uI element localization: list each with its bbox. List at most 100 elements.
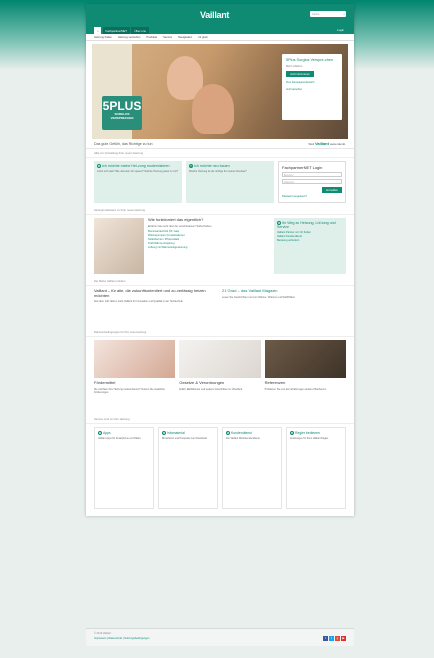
vaillant-logo[interactable]: Vaillant <box>200 10 229 20</box>
search-input[interactable]: Suche ⌕ <box>310 11 346 17</box>
magazine-teaser: 21 Grad – das Vaillant Magazin Lesen Sie… <box>222 288 346 325</box>
newbuild-title-text: Ich möchte neu bauen <box>194 164 230 168</box>
document-icon: ≡ <box>162 431 166 435</box>
nav-item[interactable]: Heizung finden <box>94 36 112 39</box>
kundendienst-tile[interactable]: ✎ Kundendienst Der Vaillant Werkskundendi… <box>222 427 282 509</box>
footer: © 2013 Vaillant Impressum | Datenschutz … <box>86 628 354 646</box>
nav-item[interactable]: 21 grad <box>198 36 207 39</box>
conditions-row: Fördermittel Sie möchten Ihre Heizung mo… <box>86 337 354 415</box>
section-title: Die Marke Vaillant erleben <box>86 277 354 286</box>
brand-row: Vaillant – für alle, die zukunftsorienti… <box>86 286 354 328</box>
how-it-works: Wie funktioniert das eigentlich? Erfahre… <box>148 217 270 274</box>
how-it-works-title: Wie funktioniert das eigentlich? <box>148 217 204 222</box>
woman-reading-image <box>94 218 144 274</box>
building-icon: ▣ <box>189 164 193 168</box>
infomaterial-tile[interactable]: ≡ Infomaterial Broschüren und Prospekte z… <box>158 427 218 509</box>
nav-item[interactable]: Neuigkeiten <box>178 36 192 39</box>
facebook-icon[interactable]: f <box>323 636 328 641</box>
nav-item[interactable]: Heizung verstehen <box>118 36 140 39</box>
login-link[interactable]: Login <box>337 28 344 32</box>
house-icon: ⌂ <box>97 164 101 168</box>
magazine-title[interactable]: 21 Grad – das Vaillant Magazin <box>222 288 346 294</box>
main-nav: Heizung finden Heizung verstehen Produkt… <box>86 34 354 41</box>
tagline-claim: Weil Vaillant weiterdenkt. <box>308 141 346 146</box>
apps-title: ▯ Apps <box>98 431 150 435</box>
modernize-title: ⌂ Ich möchte meine Hei-zung modernisieren <box>97 164 179 168</box>
5plus-badge: 5PLUS SORGLOS VERSPRECHEN <box>102 96 142 130</box>
regler-tile[interactable]: ◎ Regler bedienen Anleitungen für Ihren V… <box>286 427 346 509</box>
card-title: Gesetze & Verordnungen <box>179 380 225 385</box>
how-it-works-text: Erfahren Sie mehr über die verschiedenen… <box>148 224 213 228</box>
newbuild-title: ▣ Ich möchte neu bauen <box>189 164 271 168</box>
technology-list: Brennwerttechnik (Öl, Gas) Wärmepumpen (… <box>148 230 270 250</box>
card-text: EnEV, EEWärmeG und weitere Vorschriften … <box>179 387 243 391</box>
references-card[interactable]: Referenzen Profitieren Sie von den Erfah… <box>264 340 346 412</box>
your-way-link[interactable]: Beratung anfordern <box>277 239 343 243</box>
kundendienst-title-text: Kundendienst <box>231 431 252 435</box>
hero-banner[interactable]: 5PLUS SORGLOS VERSPRECHEN 5Plus Sorglos … <box>92 44 348 139</box>
card-text: Profitieren Sie von den Erfahrungen ande… <box>264 387 327 391</box>
search-icon[interactable]: ⌕ <box>343 12 345 16</box>
your-way-title-text: Ihr Weg zu Heizung, Lüf-tung und Service <box>277 221 336 229</box>
badge-small-text: VERSPRECHEN <box>110 115 134 120</box>
badge-big-text: 5PLUS <box>102 99 142 113</box>
fachpartner-login-box: FachpartnerNET Login Benutzer Passwort A… <box>278 161 346 203</box>
your-way-title: • Ihr Weg zu Heizung, Lüf-tung und Servic… <box>277 221 343 229</box>
laws-card[interactable]: Gesetze & Verordnungen EnEV, EEWärmeG un… <box>179 340 261 412</box>
magazine-text: Lesen Sie Geschichten rund um Wärme, Woh… <box>222 295 296 299</box>
tagline-text: Das gute Gefühl, das Richtige zu tun <box>94 141 153 146</box>
card-title: Fördermittel <box>94 380 116 385</box>
claim-prefix: Weil <box>308 142 315 146</box>
section-title: Hilfe zur Vorstellung Ihrer neuen Heizun… <box>86 149 354 158</box>
tab-fachpartner[interactable]: Fachpartner/NET <box>102 27 130 34</box>
newbuild-box[interactable]: ▣ Ich möchte neu bauen Welche Heizung ist… <box>186 161 274 203</box>
nav-item[interactable]: Produkte <box>146 36 157 39</box>
apps-tile[interactable]: ▯ Apps Vaillant Apps für Smartphone und T… <box>94 427 154 509</box>
funding-card[interactable]: Fördermittel Sie möchten Ihre Heizung mo… <box>94 340 176 412</box>
google-plus-icon[interactable]: g <box>335 636 340 641</box>
tab-ueber-uns[interactable]: Über uns <box>131 27 149 34</box>
username-field[interactable]: Benutzer <box>282 172 342 177</box>
modernize-text: Lohnt sich das? Wie viel kann ich sparen… <box>97 170 179 173</box>
technology-link[interactable]: Lüftung mit Wärmerückgewinnung <box>148 246 270 250</box>
section-title: Rahmenbedingungen für Ihre neue Heizung <box>86 328 354 337</box>
help-row: ⌂ Ich möchte meine Hei-zung modernisieren… <box>86 158 354 206</box>
section-title: Hintergrundwissen zu Ihrer neuen Heizung <box>86 206 354 215</box>
modernize-title-text: Ich möchte meine Hei-zung modernisieren <box>102 164 170 168</box>
your-way-box: • Ihr Weg zu Heizung, Lüf-tung und Servic… <box>274 218 346 274</box>
infomaterial-text: Broschüren und Prospekte zum Download. <box>162 437 208 440</box>
apps-title-text: Apps <box>103 431 111 435</box>
newbuild-text: Welche Heizung ist die richtige für mein… <box>189 170 247 173</box>
site-header: Vaillant Suche ⌕ ⌂ Fachpartner/NET Über … <box>86 4 354 34</box>
service-row: ▯ Apps Vaillant Apps für Smartphone und T… <box>86 424 354 512</box>
footer-links[interactable]: Impressum | Datenschutz | Nutzungsbeding… <box>94 637 346 640</box>
brand-intro: Vaillant – für alle, die zukunftsorienti… <box>94 288 218 325</box>
home-icon[interactable]: ⌂ <box>94 27 101 34</box>
regler-title-text: Regler bedienen <box>295 431 320 435</box>
brand-title: Vaillant – für alle, die zukunftsorienti… <box>94 288 206 298</box>
promo-text: Mehr erfahren <box>286 65 303 69</box>
infomaterial-title-text: Infomaterial <box>167 431 185 435</box>
promo-link[interactable]: Zum Kampagnenbereich <box>286 81 338 84</box>
forgot-password-link[interactable]: Passwort vergessen? <box>282 195 342 199</box>
funding-image <box>94 340 176 378</box>
apps-text: Vaillant Apps für Smartphone und Tablet. <box>98 437 142 440</box>
claim-brand: Vaillant <box>314 141 329 146</box>
your-way-list: Vaillant Partner vor Ort finden Vaillant… <box>277 231 343 243</box>
modernize-box[interactable]: ⌂ Ich möchte meine Hei-zung modernisieren… <box>94 161 182 203</box>
page-container: Vaillant Suche ⌕ ⌂ Fachpartner/NET Über … <box>86 4 354 516</box>
phone-icon: ▯ <box>98 431 102 435</box>
promo-button[interactable]: Jetzt informieren <box>286 71 314 78</box>
promo-link[interactable]: Jetzt ansehen <box>286 88 338 91</box>
card-title: Referenzen <box>264 380 286 385</box>
youtube-icon[interactable]: ▶ <box>341 636 346 641</box>
knowledge-row: Wie funktioniert das eigentlich? Erfahre… <box>86 215 354 277</box>
twitter-icon[interactable]: t <box>329 636 334 641</box>
login-button[interactable]: Anmelden <box>321 187 342 193</box>
thermostat-icon: ◎ <box>290 431 294 435</box>
nav-item[interactable]: Service <box>163 36 172 39</box>
regler-title: ◎ Regler bedienen <box>290 431 342 435</box>
brand-text: Seit über 140 Jahren steht Vaillant für … <box>94 300 184 304</box>
claim-suffix: weiterdenkt. <box>329 142 346 146</box>
section-title: Service rund um Ihre Heizung <box>86 415 354 424</box>
